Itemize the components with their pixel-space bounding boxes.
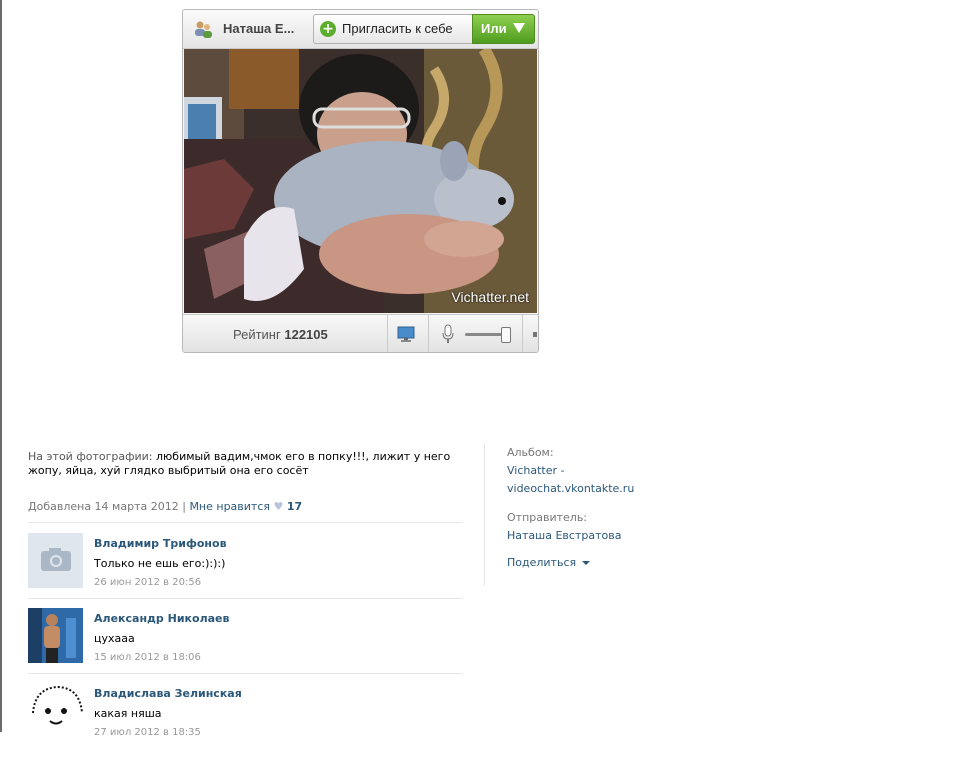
invite-button[interactable]: + Пригласить к себе: [313, 14, 475, 44]
album-link-line2[interactable]: videochat.vkontakte.ru: [507, 480, 634, 498]
avatar[interactable]: [28, 533, 83, 588]
comment: Александр Николаев цухааа 15 июл 2012 в …: [28, 608, 462, 682]
sender-link[interactable]: Наташа Евстратова: [507, 527, 621, 545]
share-label: Поделиться: [507, 556, 577, 569]
comments-divider: [28, 522, 462, 523]
added-date: Добавлена 14 марта 2012: [28, 500, 179, 513]
rating-value: 122105: [284, 327, 328, 342]
comment-author[interactable]: Владимир Трифонов: [94, 537, 227, 550]
column-separator: [484, 443, 485, 586]
comment: Владимир Трифонов Только не ешь его:):):…: [28, 533, 462, 607]
avatar-drawing: [28, 683, 83, 738]
webcam-frame-image: [184, 49, 537, 313]
comment-date[interactable]: 15 июл 2012 в 18:06: [94, 652, 201, 663]
comment-divider: [28, 673, 462, 674]
meta-separator: |: [182, 500, 186, 513]
widget-footer: Рейтинг 122105: [183, 314, 538, 352]
sender-label: Отправитель:: [507, 511, 588, 524]
or-dropdown-button[interactable]: Или: [472, 14, 535, 44]
like-button[interactable]: Мне нравится: [189, 500, 270, 513]
description-label: На этой фотографии:: [28, 450, 153, 463]
footer-separator: [387, 315, 388, 352]
sender-info: Отправитель: Наташа Евстратова: [507, 509, 621, 545]
share-button[interactable]: Поделиться: [507, 554, 591, 572]
comment-author[interactable]: Александр Николаев: [94, 612, 229, 625]
dropdown-arrow-icon: [513, 23, 525, 33]
or-label: Или: [481, 21, 507, 36]
album-info: Альбом: Vichatter - videochat.vkontakte.…: [507, 444, 634, 498]
comment-text: цухааа: [94, 632, 135, 645]
album-link-line1[interactable]: Vichatter -: [507, 462, 634, 480]
page-left-border: [0, 0, 2, 732]
comment-text: какая няша: [94, 707, 162, 720]
videochat-widget: Наташа Е... + Пригласить к себе Или Vich…: [182, 9, 539, 353]
comment-author[interactable]: Владислава Зелинская: [94, 687, 242, 700]
avatar[interactable]: [28, 683, 83, 738]
comment-text: Только не ешь его:):):): [94, 557, 226, 570]
photo-description: На этой фотографии: любимый вадим,чмок е…: [28, 450, 458, 478]
album-label: Альбом:: [507, 446, 554, 459]
rating-label: Рейтинг: [233, 327, 281, 342]
avatar-photo: [28, 608, 83, 663]
avatar[interactable]: [28, 608, 83, 663]
invite-label: Пригласить к себе: [342, 21, 453, 36]
like-count[interactable]: 17: [287, 500, 302, 513]
footer-separator: [428, 315, 429, 352]
monitor-icon[interactable]: [397, 326, 415, 342]
users-icon: [195, 21, 212, 38]
comment-date[interactable]: 27 июл 2012 в 18:35: [94, 727, 201, 738]
footer-separator: [522, 315, 523, 352]
dropdown-arrow-icon: [582, 561, 591, 565]
webcam-video: Vichatter.net: [184, 49, 537, 313]
volume-slider-knob[interactable]: [501, 327, 511, 343]
plus-icon: +: [320, 21, 336, 37]
chat-user-name[interactable]: Наташа Е...: [223, 21, 294, 36]
more-controls-icon[interactable]: [533, 332, 537, 337]
comment: Владислава Зелинская какая няша 27 июл 2…: [28, 683, 462, 757]
microphone-icon[interactable]: [441, 324, 455, 344]
comment-date[interactable]: 26 июн 2012 в 20:56: [94, 577, 201, 588]
comment-divider: [28, 598, 462, 599]
camera-placeholder-icon: [28, 533, 83, 588]
watermark: Vichatter.net: [451, 289, 529, 305]
rating: Рейтинг 122105: [233, 327, 328, 342]
widget-header: Наташа Е... + Пригласить к себе Или: [183, 10, 538, 49]
photo-meta: Добавлена 14 марта 2012 | Мне нравится ♥…: [28, 500, 302, 513]
heart-icon[interactable]: ♥: [274, 500, 284, 513]
